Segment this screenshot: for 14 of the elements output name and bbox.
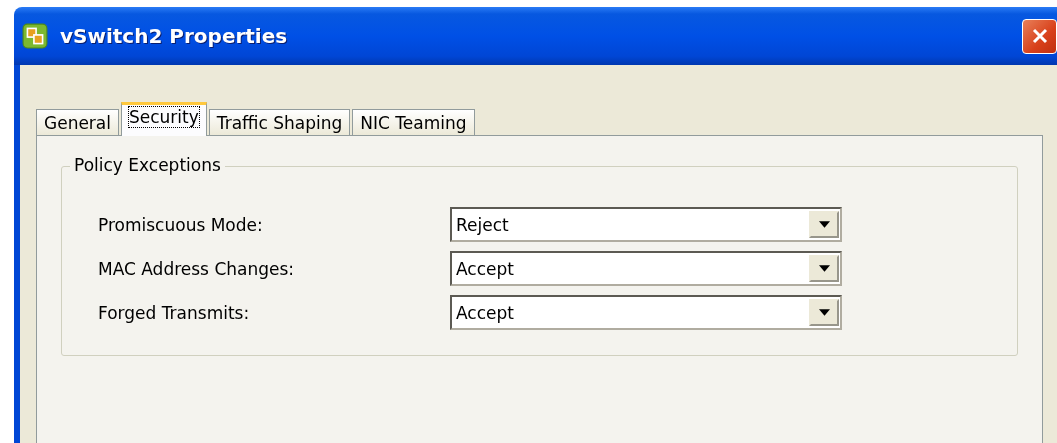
tab[interactable]: NIC Teaming — [352, 109, 475, 135]
field-label: Forged Transmits: — [98, 302, 251, 323]
app-icon — [22, 23, 48, 49]
tab[interactable]: Security — [121, 102, 207, 136]
field-label: Promiscuous Mode: — [98, 214, 264, 235]
dropdown[interactable]: Accept — [450, 251, 842, 286]
dropdown[interactable]: Reject — [450, 207, 842, 242]
tab[interactable]: General — [36, 109, 119, 135]
group-title: Policy Exceptions — [70, 155, 225, 175]
tab[interactable]: Traffic Shaping — [208, 109, 351, 135]
dropdown[interactable]: Accept — [450, 295, 842, 330]
close-button[interactable] — [1022, 18, 1057, 54]
window-title: vSwitch2 Properties — [60, 24, 288, 48]
field-label: MAC Address Changes: — [98, 258, 296, 279]
